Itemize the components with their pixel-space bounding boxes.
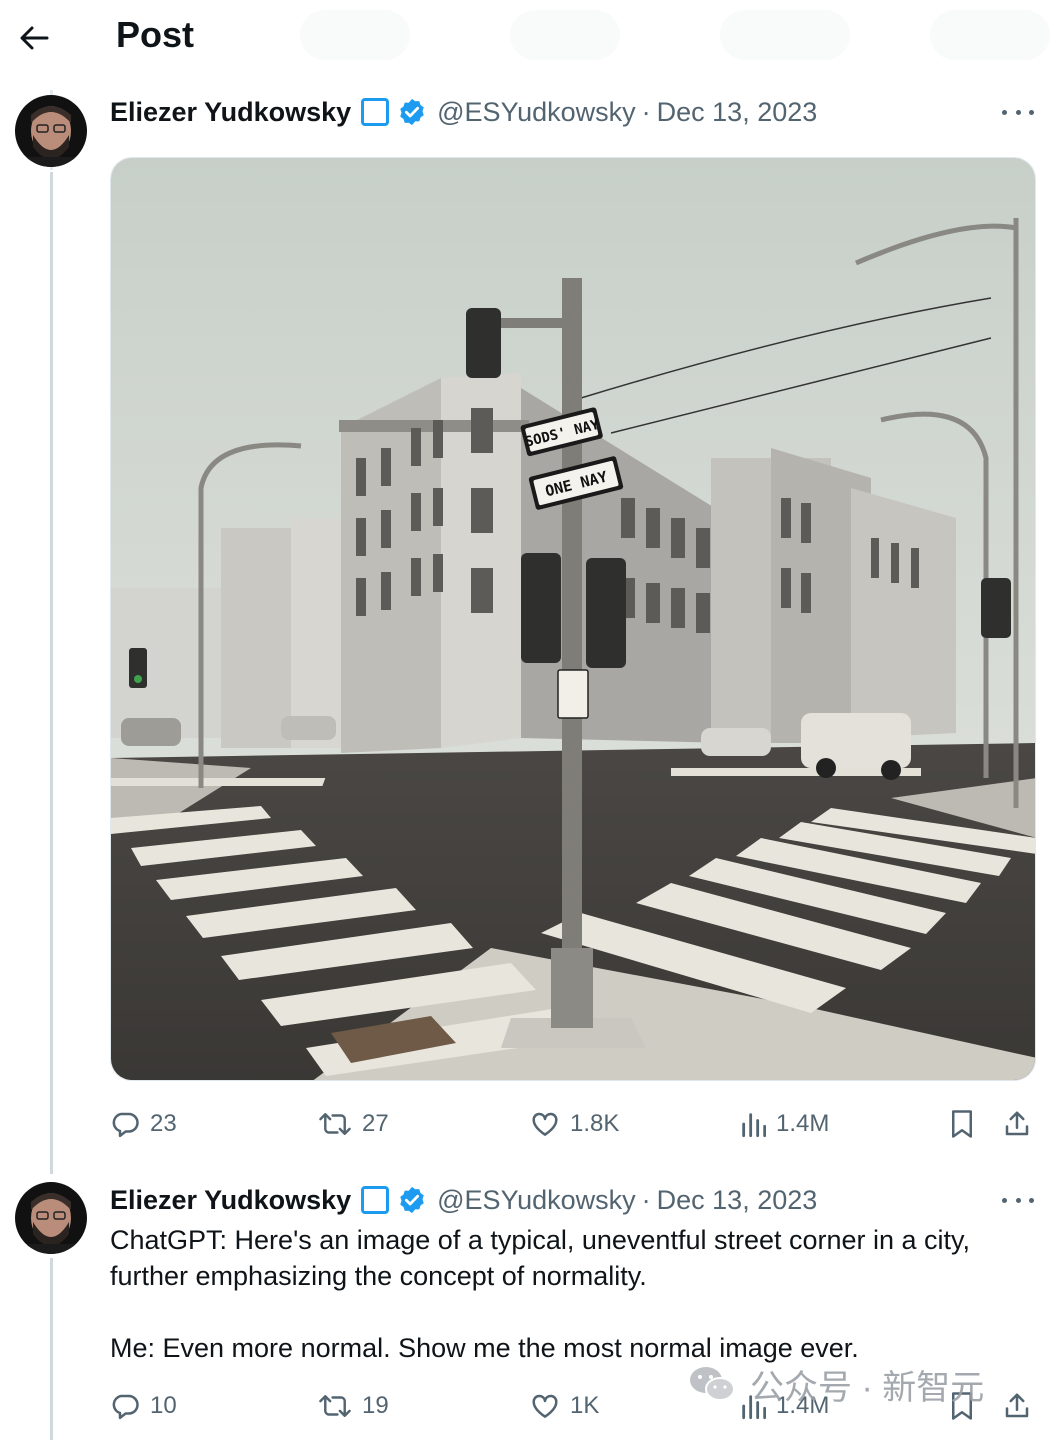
dot-icon: [1002, 1197, 1007, 1203]
watermark: 公众号 · 新智元: [688, 1362, 985, 1407]
views-button[interactable]: 1.4M: [740, 1104, 829, 1144]
heart-icon: [532, 1394, 558, 1418]
dot-icon: [1029, 1197, 1034, 1203]
post-image[interactable]: SODS' NAY ONE NAY: [110, 157, 1036, 1081]
avatar[interactable]: [15, 95, 87, 167]
like-button[interactable]: 1K: [530, 1386, 599, 1426]
reply-count: 10: [150, 1392, 177, 1419]
page-title: Post: [116, 14, 195, 55]
post-text: ChatGPT: Here's an image of a typical, u…: [110, 1225, 971, 1363]
street-corner-illustration: SODS' NAY ONE NAY: [111, 158, 1035, 1080]
header-ghost-2: [510, 10, 620, 60]
wechat-icon: [690, 1367, 735, 1401]
header-ghost-3: [720, 10, 850, 60]
avatar-photo: [15, 1182, 87, 1254]
thread-line: [50, 172, 53, 1174]
square-badge-icon: [361, 1186, 390, 1214]
dot-icon: [1029, 109, 1034, 115]
tweet-header: Eliezer Yudkowsky @ESYudkowsky · Dec 13,…: [110, 1180, 817, 1220]
post-actions: 23 27 1.8K 1.4M: [110, 1104, 1040, 1144]
bookmark-button[interactable]: [948, 1104, 976, 1144]
dot-icon: [1015, 109, 1021, 115]
avatar[interactable]: [15, 1182, 87, 1254]
reply-icon: [112, 1112, 139, 1138]
repost-icon: [319, 1395, 351, 1417]
dot-separator: ·: [641, 1184, 651, 1215]
heart-icon: [532, 1112, 558, 1136]
repost-button[interactable]: 19: [318, 1386, 389, 1426]
dot-icon: [1015, 1197, 1021, 1203]
header-ghost-1: [300, 10, 410, 60]
author-handle[interactable]: @ESYudkowsky: [437, 1185, 636, 1216]
author-handle[interactable]: @ESYudkowsky: [437, 97, 636, 128]
like-count: 1.8K: [570, 1110, 620, 1137]
arrow-left-icon: [20, 26, 49, 50]
more-options-button[interactable]: [1002, 1190, 1034, 1210]
share-button[interactable]: [1002, 1386, 1032, 1426]
dot-icon: [1002, 109, 1007, 115]
back-button[interactable]: [14, 18, 54, 58]
repost-button[interactable]: 27: [318, 1104, 389, 1144]
share-button[interactable]: [1002, 1104, 1032, 1144]
thread-line-bottom: [50, 1258, 53, 1440]
like-count: 1K: [570, 1392, 600, 1419]
like-button[interactable]: 1.8K: [530, 1104, 619, 1144]
post-date[interactable]: Dec 13, 2023: [657, 97, 818, 128]
dot-separator: ·: [641, 96, 651, 127]
reply-count: 23: [150, 1110, 177, 1137]
author-name[interactable]: Eliezer Yudkowsky: [110, 97, 351, 128]
tweet-header: Eliezer Yudkowsky @ESYudkowsky · Dec 13,…: [110, 92, 817, 132]
more-options-button[interactable]: [1002, 102, 1034, 122]
share-icon: [1005, 1393, 1029, 1418]
verified-badge-icon[interactable]: [397, 1185, 427, 1215]
reply-button[interactable]: 23: [110, 1104, 177, 1144]
watermark-text: 公众号 · 新智元: [750, 1368, 985, 1407]
top-bar: Post: [0, 0, 1064, 76]
reply-icon: [112, 1394, 139, 1420]
reply-button[interactable]: 10: [110, 1386, 177, 1426]
author-name[interactable]: Eliezer Yudkowsky: [110, 1185, 351, 1216]
avatar-photo: [15, 95, 87, 167]
square-badge-icon: [361, 98, 390, 126]
repost-icon: [319, 1113, 351, 1135]
header-ghost-4: [930, 10, 1050, 60]
view-count: 1.4M: [776, 1110, 830, 1137]
bar-chart-icon: [742, 1113, 766, 1138]
post-date[interactable]: Dec 13, 2023: [657, 1185, 818, 1216]
repost-count: 27: [362, 1110, 389, 1137]
share-icon: [1005, 1111, 1029, 1136]
repost-count: 19: [362, 1392, 389, 1419]
bookmark-icon: [952, 1110, 972, 1138]
verified-badge-icon[interactable]: [397, 97, 427, 127]
